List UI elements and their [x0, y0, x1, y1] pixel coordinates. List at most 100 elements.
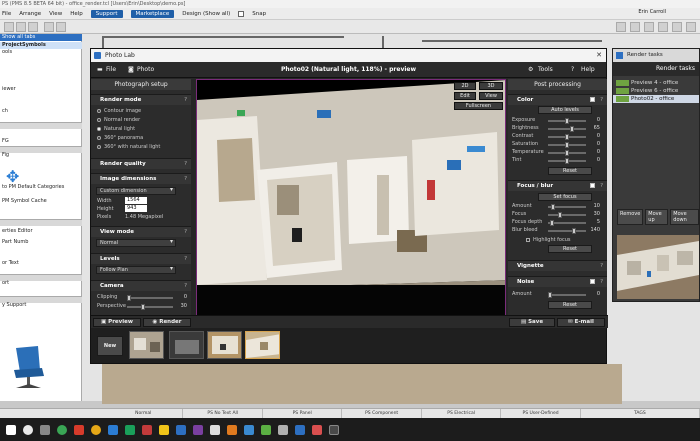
slider-knob[interactable]	[551, 204, 555, 210]
app-icon[interactable]	[142, 424, 152, 435]
focus-slider[interactable]	[548, 212, 586, 218]
panel-item[interactable]: erties Editor	[2, 228, 33, 234]
noise-enable-checkbox[interactable]	[590, 279, 595, 284]
temperature-slider[interactable]	[548, 150, 586, 156]
tool-icon[interactable]	[56, 22, 66, 32]
color-enable-checkbox[interactable]	[590, 97, 595, 102]
show-all-tabs[interactable]: Show all tabs	[0, 34, 82, 41]
remove-button[interactable]: Remove	[617, 209, 644, 225]
new-photo-button[interactable]: New	[97, 336, 123, 356]
focus-depth-slider[interactable]	[548, 220, 586, 226]
slider-knob[interactable]	[548, 292, 552, 298]
save-button[interactable]: ▤ Save	[509, 318, 555, 327]
fullscreen-button[interactable]: Fullscreen	[454, 102, 503, 110]
snap-checkbox[interactable]	[238, 10, 245, 17]
help-icon[interactable]: ?	[184, 254, 187, 264]
panel-item[interactable]: ch	[2, 108, 8, 114]
windows-start-icon[interactable]	[6, 424, 16, 435]
render-quality-section[interactable]: Render quality?	[91, 158, 191, 169]
help-icon[interactable]: ?	[600, 261, 603, 271]
contrast-slider[interactable]	[548, 134, 586, 140]
color-reset-button[interactable]: Reset	[548, 167, 592, 175]
tool-icon[interactable]	[644, 22, 654, 32]
menu-view[interactable]: View	[49, 11, 62, 17]
panel-item[interactable]: iewer	[2, 86, 16, 92]
render-mode-option[interactable]: 360° panorama	[97, 135, 143, 141]
slider-knob[interactable]	[565, 134, 569, 140]
image-dimensions-section[interactable]: Image dimensions?	[91, 173, 191, 184]
panel-item[interactable]: y Support	[2, 302, 26, 308]
noise-reset-button[interactable]: Reset	[548, 301, 592, 309]
blur-bleed-slider[interactable]	[548, 228, 586, 234]
app-icon[interactable]	[193, 424, 203, 435]
view-mode-dropdown[interactable]: Normal	[96, 239, 176, 247]
render-mode-option[interactable]: 360° with natural light	[97, 144, 160, 150]
tool-icon[interactable]	[4, 22, 14, 32]
dimension-preset-dropdown[interactable]: Custom dimension	[96, 187, 176, 195]
panel-item[interactable]: FG	[2, 138, 9, 144]
slider-knob[interactable]	[550, 220, 554, 226]
edit-button[interactable]: Edit	[454, 92, 476, 100]
panel-item[interactable]: ools	[2, 49, 12, 55]
move-up-button[interactable]: Move up	[645, 209, 669, 225]
panel-item[interactable]: PM Symbol Cache	[2, 198, 47, 204]
render-preview-viewport[interactable]: 2D 3D Edit View Fullscreen	[196, 79, 506, 320]
app-icon[interactable]	[74, 424, 84, 435]
render-mode-option-selected[interactable]: Natural light	[97, 126, 135, 132]
menu-file[interactable]: File	[2, 11, 11, 17]
slider-knob[interactable]	[127, 295, 131, 301]
layer-tab[interactable]: PS User-Defined	[501, 409, 581, 418]
noise-section[interactable]: Noise?	[508, 276, 607, 287]
set-focus-button[interactable]: Set focus	[538, 193, 592, 201]
render-task-item[interactable]: Preview 6 - office	[613, 87, 699, 95]
help-icon[interactable]: ?	[600, 277, 603, 287]
perspective-slider[interactable]	[127, 304, 173, 310]
app-icon[interactable]	[227, 424, 237, 435]
focus-reset-button[interactable]: Reset	[548, 245, 592, 253]
width-input[interactable]: 1564	[125, 197, 147, 204]
layer-tab[interactable]: TAGS	[581, 409, 700, 418]
app-icon[interactable]	[244, 424, 254, 435]
app-icon[interactable]	[312, 424, 322, 435]
noise-amount-slider[interactable]	[548, 292, 586, 298]
help-icon[interactable]: ?	[600, 181, 603, 191]
help-icon[interactable]: ?	[184, 174, 187, 184]
render-mode-option[interactable]: Normal render	[97, 117, 140, 123]
render-tasks-title-bar[interactable]: Render tasks	[613, 49, 699, 62]
app-icon[interactable]	[125, 424, 135, 435]
help-icon[interactable]: ?	[184, 95, 187, 105]
photo-thumbnail[interactable]	[129, 331, 164, 359]
layer-tab[interactable]: PS Electrical	[422, 409, 502, 418]
app-icon[interactable]	[295, 424, 305, 435]
design-dropdown[interactable]: Design (Show all)	[182, 11, 230, 17]
slider-knob[interactable]	[558, 212, 562, 218]
tool-icon[interactable]	[44, 22, 54, 32]
support-button[interactable]: Support	[90, 9, 123, 18]
color-section[interactable]: Color?	[508, 94, 607, 105]
tool-icon[interactable]	[28, 22, 38, 32]
layer-tab[interactable]: Normal	[104, 409, 184, 418]
height-input[interactable]: 943	[125, 205, 147, 212]
app-icon[interactable]	[210, 424, 220, 435]
view-2d-button[interactable]: 2D	[454, 82, 476, 90]
photo-thumbnail-selected[interactable]	[245, 331, 280, 359]
slider-knob[interactable]	[565, 150, 569, 156]
panel-item[interactable]: to PM Default Categories	[2, 184, 64, 190]
preview-button[interactable]: ▣ Preview	[93, 318, 141, 327]
levels-section[interactable]: Levels?	[91, 253, 191, 264]
tint-slider[interactable]	[548, 158, 586, 164]
app-icon[interactable]	[176, 424, 186, 435]
help-icon[interactable]: ?	[600, 95, 603, 105]
render-mode-section[interactable]: Render mode?	[91, 94, 191, 105]
task-view-icon[interactable]	[40, 424, 50, 435]
panel-item[interactable]: Part Numb	[2, 239, 28, 245]
render-mode-option[interactable]: Contour image	[97, 108, 141, 114]
vignette-section[interactable]: Vignette?	[508, 260, 607, 271]
render-task-item-selected[interactable]: Photo02 - office	[613, 95, 699, 103]
menu-arrange[interactable]: Arrange	[19, 11, 41, 17]
tool-icon[interactable]	[672, 22, 682, 32]
layer-tab[interactable]: PS Panel	[263, 409, 343, 418]
view-3d-button[interactable]: 3D	[479, 82, 503, 90]
focus-enable-checkbox[interactable]	[590, 183, 595, 188]
panel-item[interactable]: ort	[2, 280, 9, 286]
